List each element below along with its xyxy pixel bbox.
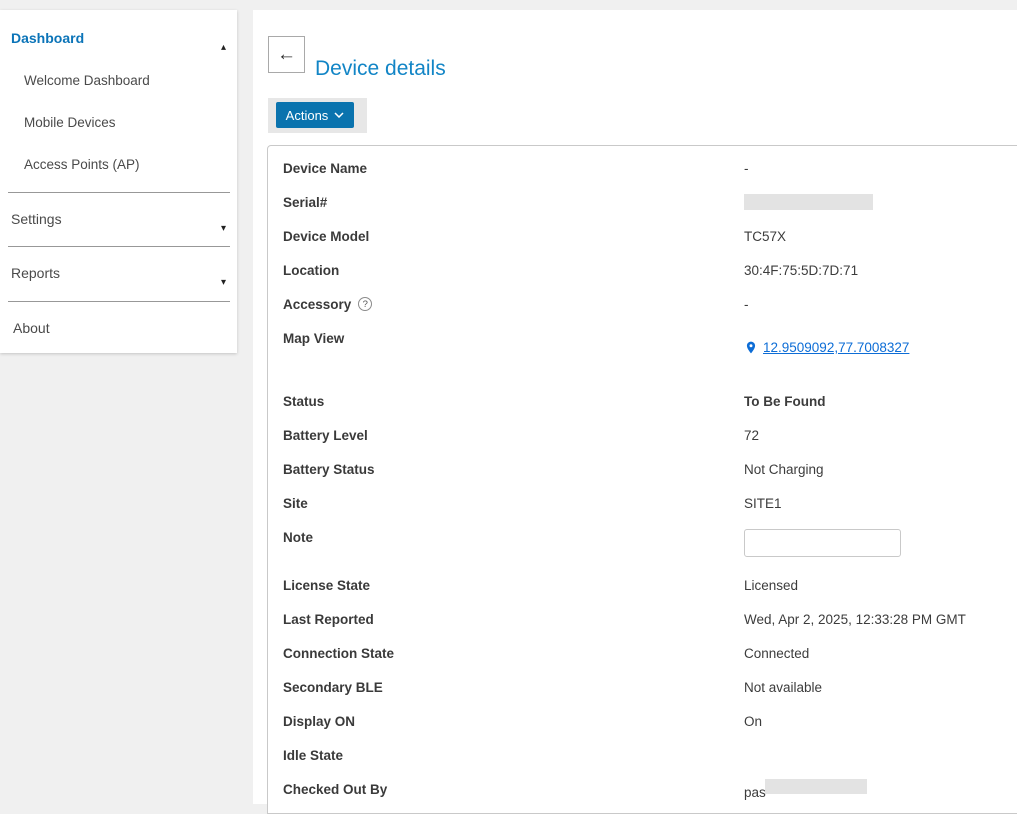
field-value: Wed, Apr 2, 2025, 12:33:28 PM GMT <box>744 612 966 627</box>
detail-row-license-state: License State Licensed <box>283 568 1017 602</box>
detail-row-serial: Serial# <box>283 185 1017 219</box>
field-label: Accessory <box>283 297 351 312</box>
actions-toolbar: Actions <box>268 98 367 133</box>
field-label: Battery Status <box>283 462 744 477</box>
sidebar-divider <box>8 192 230 193</box>
detail-row-device-name: Device Name - <box>283 151 1017 185</box>
field-value: - <box>744 297 749 312</box>
sidebar-item-access-points[interactable]: Access Points (AP) <box>24 156 140 174</box>
field-label: Serial# <box>283 195 744 210</box>
map-coordinates-link[interactable]: 12.9509092,77.7008327 <box>763 340 909 355</box>
detail-row-display-on: Display ON On <box>283 704 1017 738</box>
detail-row-connection-state: Connection State Connected <box>283 636 1017 670</box>
field-label: Display ON <box>283 714 744 729</box>
sidebar-item-mobile-devices[interactable]: Mobile Devices <box>24 114 116 132</box>
field-label: Idle State <box>283 748 744 763</box>
field-value: TC57X <box>744 229 786 244</box>
field-label: Battery Level <box>283 428 744 443</box>
sidebar-item-welcome-dashboard[interactable]: Welcome Dashboard <box>24 72 150 90</box>
detail-row-site: Site SITE1 <box>283 486 1017 520</box>
device-details-panel: Device Name - Serial# Device Model TC57X… <box>267 145 1017 814</box>
sidebar-divider <box>8 301 230 302</box>
detail-row-battery-status: Battery Status Not Charging <box>283 452 1017 486</box>
field-value: pas <box>744 785 766 800</box>
actions-button-label: Actions <box>286 108 329 123</box>
back-button[interactable]: ← <box>268 36 305 73</box>
expand-icon[interactable]: ▾ <box>221 278 226 288</box>
field-label: Secondary BLE <box>283 680 744 695</box>
sidebar: Dashboard ▴ Welcome Dashboard Mobile Dev… <box>0 10 237 353</box>
field-value: 72 <box>744 428 759 443</box>
detail-row-idle-state: Idle State <box>283 738 1017 772</box>
back-arrow-icon: ← <box>277 44 296 66</box>
field-value: On <box>744 714 762 729</box>
detail-row-last-reported: Last Reported Wed, Apr 2, 2025, 12:33:28… <box>283 602 1017 636</box>
page-title: Device details <box>315 55 446 83</box>
field-value: Not Charging <box>744 462 824 477</box>
redacted-serial-value <box>744 194 873 210</box>
redacted-checked-out-value <box>765 779 867 794</box>
field-value: Licensed <box>744 578 798 593</box>
detail-row-secondary-ble: Secondary BLE Not available <box>283 670 1017 704</box>
field-label: Device Name <box>283 161 744 176</box>
sidebar-item-about[interactable]: About <box>13 319 50 337</box>
field-label: Location <box>283 263 744 278</box>
detail-row-map-view: Map View 12.9509092,77.7008327 <box>283 321 1017 384</box>
expand-icon[interactable]: ▾ <box>221 224 226 234</box>
collapse-icon[interactable]: ▴ <box>221 43 226 53</box>
status-badge: To Be Found <box>744 394 825 409</box>
detail-row-battery-level: Battery Level 72 <box>283 418 1017 452</box>
field-label: Map View <box>283 321 744 355</box>
note-input[interactable] <box>744 529 901 557</box>
actions-dropdown-button[interactable]: Actions <box>276 102 354 128</box>
field-label: Status <box>283 394 744 409</box>
field-label: Note <box>283 520 744 554</box>
detail-row-status: Status To Be Found <box>283 384 1017 418</box>
main-content: ← Device details Actions Device Name - S… <box>253 10 1017 804</box>
map-pin-icon <box>744 339 758 356</box>
help-icon[interactable]: ? <box>358 297 372 311</box>
field-label: Last Reported <box>283 612 744 627</box>
field-value: - <box>744 161 749 176</box>
detail-row-device-model: Device Model TC57X <box>283 219 1017 253</box>
field-label: Site <box>283 496 744 511</box>
field-value: Connected <box>744 646 809 661</box>
field-value: 30:4F:75:5D:7D:71 <box>744 263 858 278</box>
sidebar-item-dashboard[interactable]: Dashboard <box>11 29 84 47</box>
detail-row-location: Location 30:4F:75:5D:7D:71 <box>283 253 1017 287</box>
detail-row-accessory: Accessory ? - <box>283 287 1017 321</box>
chevron-down-icon <box>334 112 344 118</box>
sidebar-item-reports[interactable]: Reports <box>11 264 60 282</box>
field-label: License State <box>283 578 744 593</box>
field-label: Checked Out By <box>283 782 744 797</box>
field-label: Connection State <box>283 646 744 661</box>
detail-row-note: Note <box>283 520 1017 568</box>
detail-row-checked-out-by: Checked Out By pas <box>283 772 1017 806</box>
sidebar-item-settings[interactable]: Settings <box>11 210 62 228</box>
field-value: Not available <box>744 680 822 695</box>
field-label: Device Model <box>283 229 744 244</box>
sidebar-divider <box>8 246 230 247</box>
field-value: SITE1 <box>744 496 782 511</box>
